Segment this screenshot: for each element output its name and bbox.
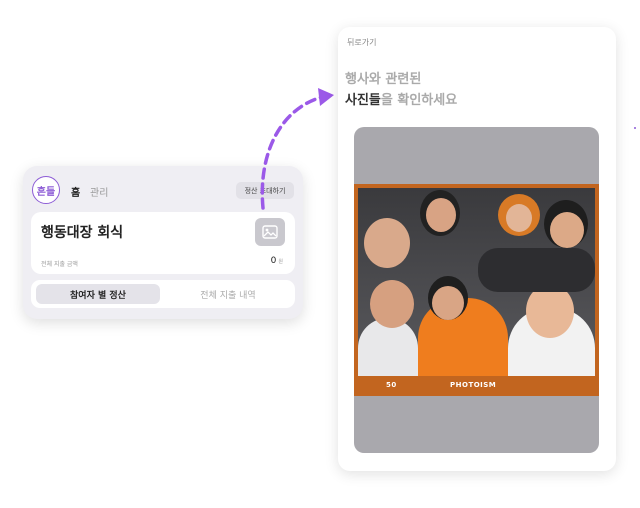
back-button[interactable]: 뒤로가기 bbox=[347, 37, 376, 48]
nav-home[interactable]: 홈 bbox=[71, 184, 80, 199]
photo-heading: 행사와 관련된 사진들을 확인하세요 bbox=[345, 69, 457, 111]
event-photo[interactable]: 50 PHOTOISM bbox=[354, 184, 599, 396]
tab-per-participant[interactable]: 참여자 별 정산 bbox=[36, 284, 160, 304]
heading-line2: 사진들을 확인하세요 bbox=[345, 93, 458, 108]
tab-all-expenses[interactable]: 전체 지출 내역 bbox=[166, 284, 290, 304]
decorative-dot bbox=[634, 127, 636, 129]
flow-arrow bbox=[260, 88, 334, 210]
tab-bar: 참여자 별 정산 전체 지출 내역 bbox=[31, 280, 295, 308]
total-spend-label: 전체 지출 금액 bbox=[41, 261, 78, 268]
heading-line1: 행사와 관련된 bbox=[345, 72, 422, 87]
total-spend-value: 0원 bbox=[270, 256, 283, 266]
image-icon bbox=[262, 225, 278, 239]
photo-panel: 뒤로가기 행사와 관련된 사진들을 확인하세요 50 PHOTOISM bbox=[338, 27, 616, 471]
currency-unit: 원 bbox=[278, 259, 283, 265]
event-title: 행동대장 회식 bbox=[41, 225, 124, 241]
photo-gallery-button[interactable] bbox=[255, 218, 285, 246]
photo-frame[interactable]: 50 PHOTOISM bbox=[354, 127, 599, 453]
photo-caption-right: PHOTOISM bbox=[450, 381, 497, 389]
photo-caption-left: 50 bbox=[386, 381, 397, 389]
group-photo-image bbox=[358, 188, 595, 376]
event-summary: 행동대장 회식 전체 지출 금액 0원 bbox=[31, 212, 295, 274]
nav-manage[interactable]: 관리 bbox=[90, 184, 108, 199]
app-logo: 흔들 bbox=[32, 176, 60, 204]
